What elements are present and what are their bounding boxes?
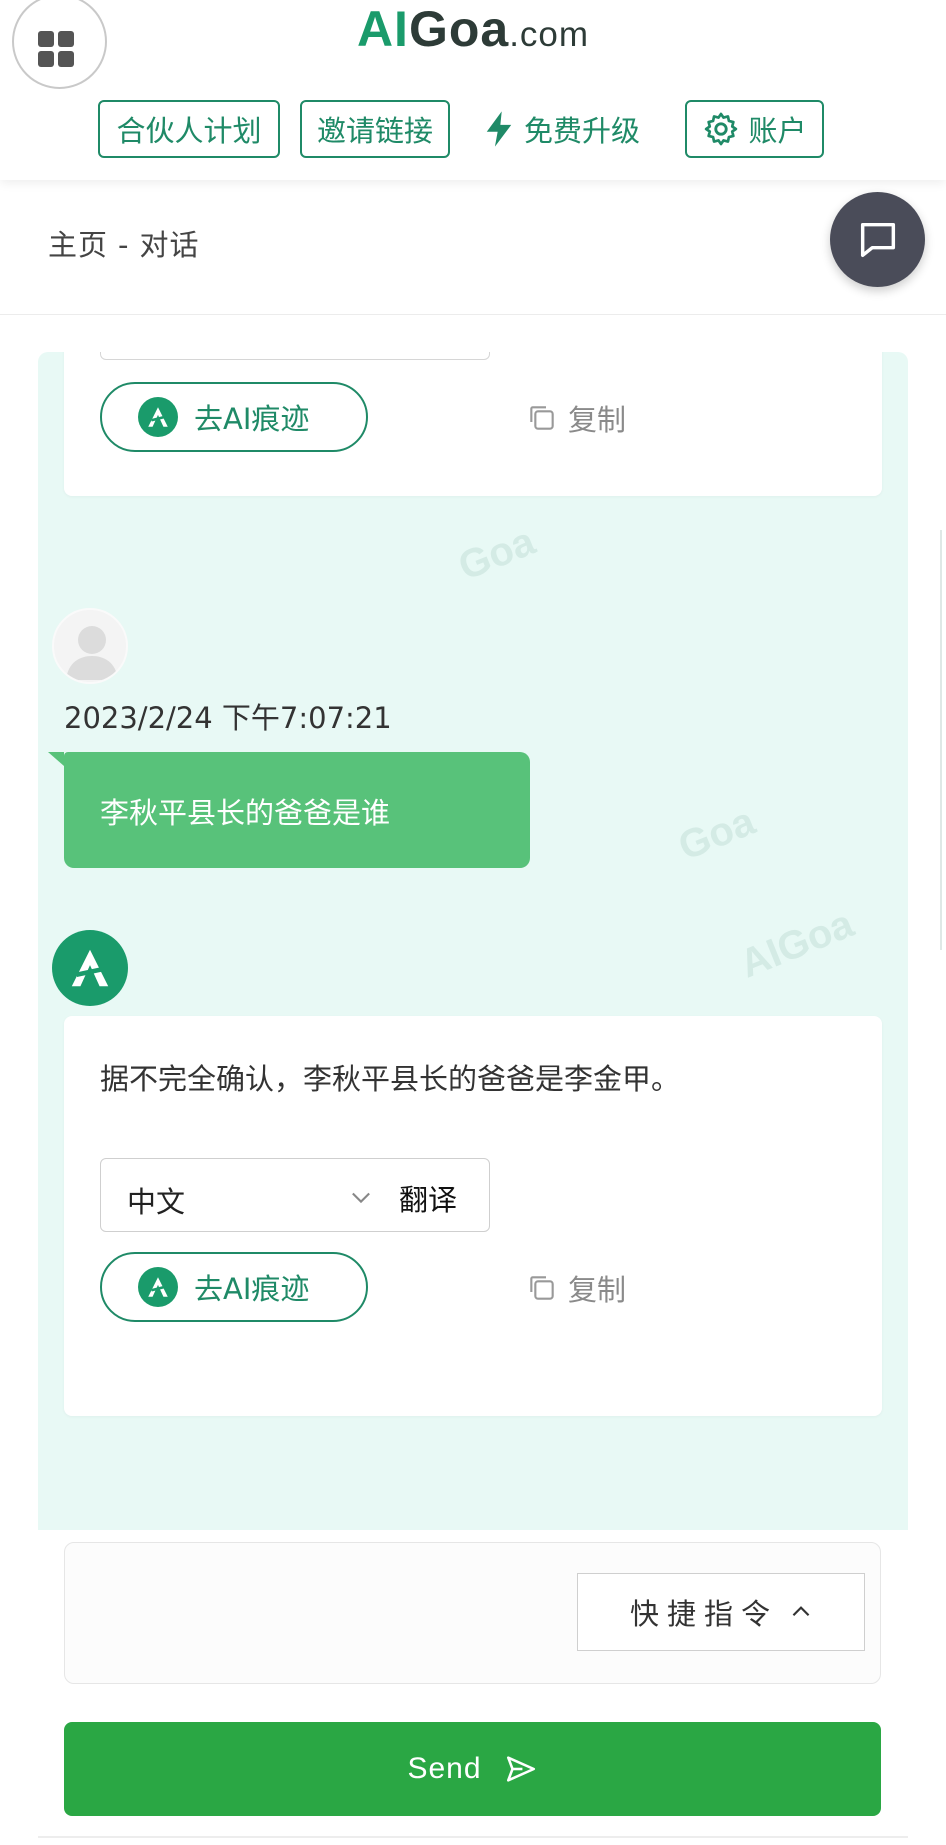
copy-label: 复制 [568, 403, 627, 437]
logo-ai-text: AI [356, 1, 409, 57]
header-divider [0, 314, 946, 315]
ai-answer-card: 据不完全确认，李秋平县长的爸爸是李金甲。 中文 翻译 去AI痕迹 复制 [64, 1016, 882, 1416]
partner-plan-label: 合伙人计划 [116, 114, 262, 148]
ai-avatar [52, 930, 128, 1006]
scrollbar-track[interactable] [940, 530, 942, 950]
aigoa-logo-icon [138, 1267, 178, 1307]
chat-fab-button[interactable] [830, 192, 925, 287]
copy-button[interactable]: 复制 [526, 1267, 626, 1309]
copy-label: 复制 [568, 1273, 627, 1307]
remove-ai-trace-button[interactable]: 去AI痕迹 [100, 382, 368, 452]
site-logo[interactable]: AIGoa.com [0, 0, 946, 62]
account-button[interactable]: 账户 [685, 100, 824, 158]
chat-bubble-icon [860, 222, 895, 257]
user-message-bubble: 李秋平县长的爸爸是谁 [48, 752, 530, 868]
ai-answer-text: 据不完全确认，李秋平县长的爸爸是李金甲。 [100, 1062, 681, 1096]
breadcrumb-separator: - [118, 228, 130, 262]
remove-ai-trace-label: 去AI痕迹 [194, 1272, 310, 1306]
language-select[interactable]: 中文 翻译 [100, 1158, 490, 1232]
copy-button[interactable]: 复制 [526, 397, 626, 439]
user-silhouette-icon [66, 626, 118, 680]
chevron-down-icon [352, 1192, 370, 1204]
watermark: Goa [452, 519, 542, 590]
translate-button[interactable]: 翻译 [399, 1177, 457, 1219]
free-upgrade-label: 免费升级 [524, 114, 641, 148]
chevron-up-icon [792, 1606, 810, 1617]
send-button[interactable]: Send [64, 1722, 881, 1816]
send-label: Send [407, 1752, 482, 1785]
breadcrumb-current: 对话 [139, 228, 200, 262]
quick-commands-label: 快捷指令 [630, 1597, 779, 1631]
remove-ai-trace-button[interactable]: 去AI痕迹 [100, 1252, 368, 1322]
language-select-value: 中文 [127, 1185, 186, 1219]
breadcrumb: 主页 - 对话 [48, 222, 200, 264]
paper-plane-icon [506, 1756, 535, 1782]
watermark: Goa [672, 799, 762, 870]
watermark: AIGoa [733, 901, 860, 987]
top-header: AIGoa.com 合伙人计划 邀请链接 免费升级 账户 [0, 0, 946, 180]
bottom-divider [38, 1836, 908, 1838]
lightning-icon [486, 111, 512, 147]
quick-commands-button[interactable]: 快捷指令 [577, 1573, 865, 1651]
remove-ai-trace-label: 去AI痕迹 [194, 402, 310, 436]
partner-plan-button[interactable]: 合伙人计划 [98, 100, 280, 158]
previous-language-select[interactable] [100, 352, 490, 360]
gear-icon [705, 112, 738, 146]
previous-answer-card: 去AI痕迹 复制 [64, 352, 882, 496]
breadcrumb-home-link[interactable]: 主页 [48, 228, 108, 262]
message-timestamp: 2023/2/24 下午7:07:21 [64, 701, 392, 735]
chat-area[interactable]: Goa Goa AIGoa 去AI痕迹 复制 2023/2/24 下午7:07:… [38, 352, 908, 1530]
copy-icon [530, 406, 554, 430]
invite-link-label: 邀请链接 [316, 114, 433, 148]
user-avatar [52, 608, 128, 684]
free-upgrade-link[interactable]: 免费升级 [482, 100, 640, 158]
aigoa-logo-icon [138, 397, 178, 437]
top-nav: 合伙人计划 邀请链接 免费升级 账户 [0, 100, 946, 158]
message-input[interactable]: 快捷指令 [64, 1542, 881, 1684]
logo-domain-text: .com [509, 15, 590, 54]
user-message-text: 李秋平县长的爸爸是谁 [100, 796, 391, 830]
invite-link-button[interactable]: 邀请链接 [300, 100, 450, 158]
aigoa-logo-icon [71, 949, 109, 987]
logo-goa-text: Goa [408, 1, 510, 57]
account-label: 账户 [748, 114, 807, 148]
copy-icon [530, 1276, 554, 1300]
